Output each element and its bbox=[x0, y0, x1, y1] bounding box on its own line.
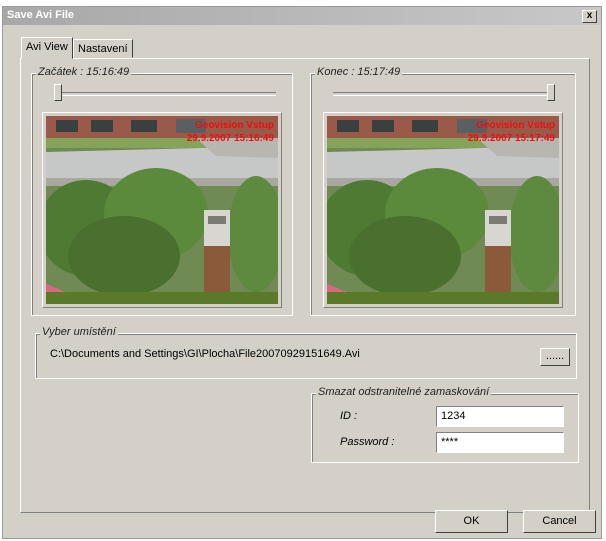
end-overlay-line1: Geovision Vstup bbox=[476, 120, 555, 131]
window-title: Save Avi File bbox=[7, 9, 75, 21]
id-field[interactable]: 1234 bbox=[436, 406, 564, 427]
save-avi-dialog: Save Avi File x Avi View Nastavení Začát… bbox=[2, 6, 602, 539]
start-preview-frame: Geovision Vstup 29.9.2007 15:16:49 bbox=[42, 112, 282, 308]
start-slider-thumb[interactable] bbox=[54, 84, 62, 101]
end-camera-image: Geovision Vstup 29.9.2007 15:17:49 bbox=[327, 116, 559, 304]
mask-label: Smazat odstranitelné zamaskování bbox=[316, 386, 492, 398]
title-bar: Save Avi File x bbox=[3, 7, 601, 25]
start-overlay-line1: Geovision Vstup bbox=[195, 120, 274, 131]
start-label: Začátek : 15:16:49 bbox=[36, 66, 132, 78]
avi-view-panel: Začátek : 15:16:49 Geovision Vstup 29.9.… bbox=[20, 58, 590, 513]
ok-button[interactable]: OK bbox=[435, 510, 508, 533]
end-overlay-line2: 29.9.2007 15:17:49 bbox=[468, 133, 556, 144]
end-slider-track bbox=[333, 92, 555, 96]
file-path: C:\Documents and Settings\GI\Plocha\File… bbox=[50, 348, 360, 360]
end-group: Konec : 15:17:49 Geovision Vstup 29.9.20… bbox=[310, 66, 576, 316]
mask-group: Smazat odstranitelné zamaskování ID : 12… bbox=[311, 386, 579, 463]
browse-button[interactable]: ...... bbox=[540, 348, 570, 366]
start-group: Začátek : 15:16:49 Geovision Vstup 29.9.… bbox=[31, 66, 293, 316]
start-slider-track bbox=[56, 92, 276, 96]
start-camera-image: Geovision Vstup 29.9.2007 15:16:49 bbox=[46, 116, 278, 304]
location-label: Vyber umístění bbox=[40, 326, 118, 338]
tab-avi-view[interactable]: Avi View bbox=[21, 37, 73, 59]
end-label: Konec : 15:17:49 bbox=[315, 66, 403, 78]
end-slider-thumb[interactable] bbox=[547, 84, 555, 101]
location-group: Vyber umístění C:\Documents and Settings… bbox=[35, 326, 577, 379]
close-button[interactable]: x bbox=[582, 10, 597, 23]
end-preview-frame: Geovision Vstup 29.9.2007 15:17:49 bbox=[323, 112, 563, 308]
password-label: Password : bbox=[340, 436, 395, 448]
id-label: ID : bbox=[340, 410, 358, 422]
password-field[interactable]: **** bbox=[436, 432, 564, 453]
tab-nastaveni[interactable]: Nastavení bbox=[73, 39, 133, 58]
cancel-button[interactable]: Cancel bbox=[523, 510, 596, 533]
start-overlay-line2: 29.9.2007 15:16:49 bbox=[187, 133, 275, 144]
